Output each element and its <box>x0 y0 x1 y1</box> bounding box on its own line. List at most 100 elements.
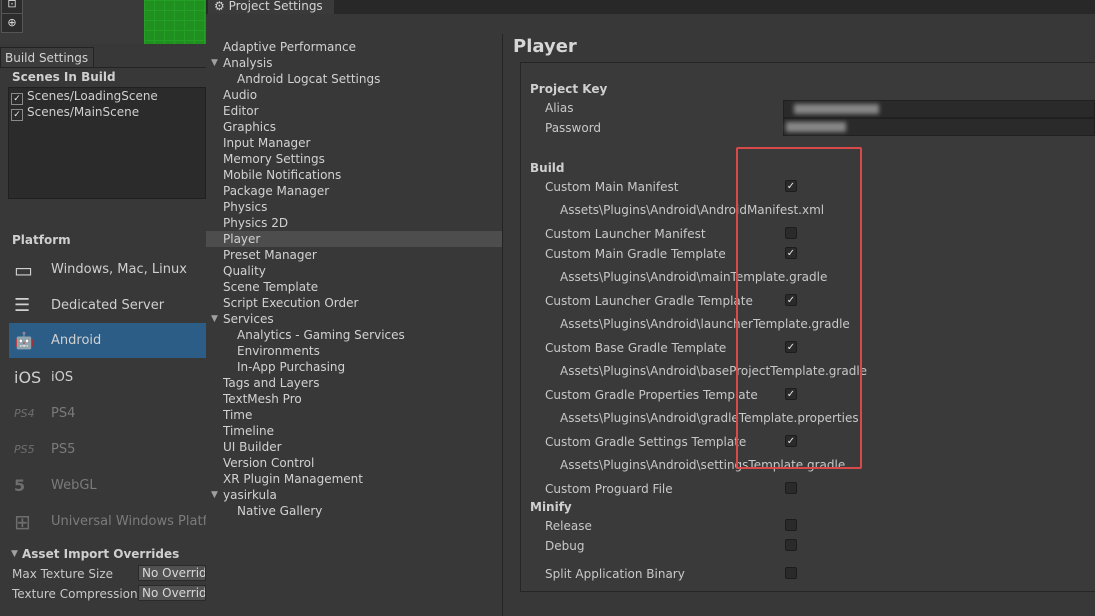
nav-item[interactable]: Time <box>223 407 252 423</box>
server-icon: ☰ <box>14 295 31 316</box>
nav-item[interactable]: Scene Template <box>223 279 318 295</box>
platform-label: iOS <box>51 370 74 385</box>
nav-item[interactable]: Preset Manager <box>223 247 317 263</box>
build-option-checkbox[interactable] <box>785 482 797 494</box>
scene-name: Scenes/MainScene <box>27 105 140 119</box>
platform-label: WebGL <box>51 478 97 493</box>
platform-webgl[interactable]: 5 WebGL <box>9 468 206 503</box>
nav-item[interactable]: XR Plugin Management <box>223 471 363 487</box>
platform-label: Dedicated Server <box>51 298 165 313</box>
platform-header: Platform <box>12 233 71 247</box>
nav-item[interactable]: Script Execution Order <box>223 295 358 311</box>
platform-uwp[interactable]: ⊞ Universal Windows Platfo <box>9 504 206 539</box>
foldout-arrow-icon[interactable]: ▼ <box>211 487 221 503</box>
release-label: Release <box>545 519 592 533</box>
platform-label: Universal Windows Platfo <box>51 514 206 529</box>
build-header: Build <box>530 161 565 175</box>
build-option-label: Custom Launcher Manifest <box>545 227 706 241</box>
build-option-label: Custom Proguard File <box>545 482 673 496</box>
nav-item[interactable]: Native Gallery <box>237 503 322 519</box>
nav-item[interactable]: Android Logcat Settings <box>237 71 380 87</box>
debug-label: Debug <box>545 539 585 553</box>
alias-field[interactable] <box>783 100 1095 118</box>
build-option-label: Custom Gradle Settings Template <box>545 435 747 449</box>
transform-tool-icon[interactable]: ⊕ <box>1 13 23 33</box>
split-binary-checkbox[interactable] <box>785 567 797 579</box>
annotation-highlight-box <box>736 147 862 469</box>
scene-item[interactable]: ✓ Scenes/MainScene <box>11 104 140 121</box>
nav-item[interactable]: Editor <box>223 103 259 119</box>
build-option-label: Custom Launcher Gradle Template <box>545 294 753 308</box>
redacted-value <box>786 122 846 132</box>
scene-view-grid <box>144 0 206 44</box>
foldout-arrow-icon[interactable]: ▼ <box>211 311 221 327</box>
nav-item[interactable]: TextMesh Pro <box>223 391 302 407</box>
build-settings-tab[interactable]: Build Settings <box>0 47 94 68</box>
scene-item[interactable]: ✓ Scenes/LoadingScene <box>11 88 158 105</box>
check-icon[interactable]: ✓ <box>11 109 23 121</box>
platform-ios[interactable]: iOS iOS <box>9 360 206 395</box>
platform-android[interactable]: 🤖 Android <box>9 323 206 358</box>
scene-name: Scenes/LoadingScene <box>27 89 158 103</box>
ps5-icon: PS5 <box>14 443 35 456</box>
build-option-label: Custom Base Gradle Template <box>545 341 727 355</box>
ps4-icon: PS4 <box>14 407 35 420</box>
nav-item[interactable]: Package Manager <box>223 183 329 199</box>
nav-item[interactable]: Quality <box>223 263 266 279</box>
nav-item[interactable]: Graphics <box>223 119 276 135</box>
tab-divider <box>0 67 206 68</box>
nav-item[interactable]: Tags and Layers <box>223 375 319 391</box>
max-texture-size-dropdown[interactable]: No Override <box>138 565 206 581</box>
windows-icon: ⊞ <box>14 510 31 534</box>
rect-tool-icon[interactable]: ⊡ <box>1 0 23 14</box>
build-option-label: Custom Gradle Properties Template <box>545 388 758 402</box>
max-texture-size-label: Max Texture Size <box>12 567 113 581</box>
foldout-arrow-icon[interactable]: ▼ <box>11 546 18 562</box>
nav-item[interactable]: Environments <box>237 343 320 359</box>
gear-icon: ⚙ <box>214 0 225 13</box>
minify-header: Minify <box>530 500 572 514</box>
platform-ps4[interactable]: PS4 PS4 <box>9 396 206 431</box>
texture-compression-label: Texture Compression <box>12 587 138 601</box>
project-key-header: Project Key <box>530 82 608 96</box>
tab-label: Project Settings <box>228 0 323 13</box>
page-title: Player <box>513 36 577 57</box>
asset-import-overrides-header[interactable]: Asset Import Overrides <box>22 546 179 562</box>
split-binary-label: Split Application Binary <box>545 567 685 581</box>
password-field[interactable] <box>783 118 1095 136</box>
platform-windows[interactable]: ▭ Windows, Mac, Linux <box>9 252 206 287</box>
android-icon: 🤖 <box>14 331 34 350</box>
nav-item[interactable]: Version Control <box>223 455 314 471</box>
redacted-value <box>794 104 879 114</box>
platform-dedicated-server[interactable]: ☰ Dedicated Server <box>9 288 206 323</box>
nav-item[interactable]: Physics 2D <box>223 215 288 231</box>
nav-item[interactable]: Timeline <box>223 423 274 439</box>
scenes-in-build-header: Scenes In Build <box>12 70 116 84</box>
ios-icon: iOS <box>14 368 42 387</box>
nav-item[interactable]: Input Manager <box>223 135 311 151</box>
monitor-icon: ▭ <box>14 258 33 282</box>
nav-item[interactable]: Analytics - Gaming Services <box>237 327 405 343</box>
platform-ps5[interactable]: PS5 PS5 <box>9 432 206 467</box>
nav-item[interactable]: yasirkula <box>223 487 277 503</box>
password-label: Password <box>545 121 602 135</box>
nav-item[interactable]: In-App Purchasing <box>237 359 345 375</box>
scenes-list[interactable]: ✓ Scenes/LoadingScene ✓ Scenes/MainScene <box>8 87 206 199</box>
platform-label: Windows, Mac, Linux <box>51 262 187 277</box>
platform-label: Android <box>51 333 102 348</box>
nav-item[interactable]: UI Builder <box>223 439 282 455</box>
nav-item[interactable]: Physics <box>223 199 267 215</box>
nav-item[interactable]: Adaptive Performance <box>223 39 356 55</box>
nav-item[interactable]: Player <box>206 231 502 247</box>
texture-compression-dropdown[interactable]: No Override <box>138 585 206 601</box>
nav-item[interactable]: Audio <box>223 87 257 103</box>
nav-item[interactable]: Analysis <box>223 55 272 71</box>
platform-label: PS4 <box>51 406 76 421</box>
nav-item[interactable]: Mobile Notifications <box>223 167 341 183</box>
nav-item[interactable]: Services <box>223 311 274 327</box>
debug-checkbox[interactable] <box>785 539 797 551</box>
project-settings-tab[interactable]: ⚙ Project Settings <box>208 0 334 14</box>
nav-item[interactable]: Memory Settings <box>223 151 325 167</box>
release-checkbox[interactable] <box>785 519 797 531</box>
foldout-arrow-icon[interactable]: ▼ <box>211 55 221 71</box>
